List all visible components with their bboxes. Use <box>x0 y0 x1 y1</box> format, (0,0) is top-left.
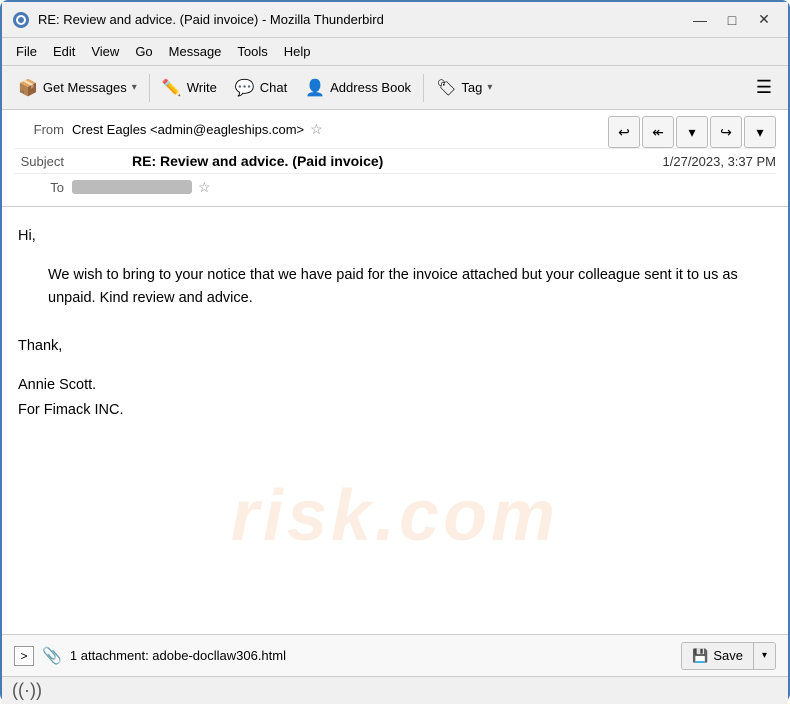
write-label: Write <box>187 80 217 95</box>
subject-label: Subject <box>14 154 72 169</box>
save-button[interactable]: 💾 Save <box>682 643 753 669</box>
from-value: Crest Eagles <admin@eagleships.com> ☆ <box>72 121 608 138</box>
email-greeting: Hi, <box>18 225 772 248</box>
attachment-expand-button[interactable]: > <box>14 646 34 666</box>
connection-status-icon: ((·)) <box>12 680 42 701</box>
attachment-filename: 1 attachment: adobe-docllaw306.html <box>70 648 673 663</box>
menu-tools[interactable]: Tools <box>229 41 275 62</box>
from-label: From <box>14 122 72 137</box>
main-content: From Crest Eagles <admin@eagleships.com>… <box>2 110 788 704</box>
forward-dropdown-button[interactable]: ▾ <box>744 116 776 148</box>
save-icon: 💾 <box>692 648 708 664</box>
address-book-button[interactable]: 👤 Address Book <box>297 71 419 105</box>
attachment-icon: 📎 <box>42 646 62 666</box>
menu-bar: File Edit View Go Message Tools Help <box>2 38 788 66</box>
attachment-bar: > 📎 1 attachment: adobe-docllaw306.html … <box>2 634 788 676</box>
get-messages-icon: 📦 <box>18 78 38 98</box>
address-book-label: Address Book <box>330 80 411 95</box>
email-paragraph: We wish to bring to your notice that we … <box>48 264 772 310</box>
tag-button[interactable]: 🏷 Tag ▾ <box>428 71 500 105</box>
title-bar: RE: Review and advice. (Paid invoice) - … <box>2 2 788 38</box>
email-action-buttons: ↩ ↞ ▾ ↪ ▾ <box>608 116 776 148</box>
window-title: RE: Review and advice. (Paid invoice) - … <box>38 12 686 27</box>
menu-view[interactable]: View <box>83 41 127 62</box>
email-signature-1: Annie Scott. <box>18 374 772 397</box>
reply-dropdown-button[interactable]: ▾ <box>676 116 708 148</box>
window-controls: — □ ✕ <box>686 8 778 32</box>
menu-help[interactable]: Help <box>276 41 319 62</box>
email-content-area: risk.com Hi, We wish to bring to your no… <box>2 207 788 704</box>
write-button[interactable]: ✏️ Write <box>154 71 225 105</box>
menu-edit[interactable]: Edit <box>45 41 83 62</box>
get-messages-label: Get Messages <box>43 80 127 95</box>
watermark: risk.com <box>231 459 559 574</box>
to-value: ☆ <box>72 179 776 196</box>
forward-button[interactable]: ↪ <box>710 116 742 148</box>
get-messages-button[interactable]: 📦 Get Messages ▾ <box>10 71 145 105</box>
chat-icon: 💬 <box>235 78 255 98</box>
to-label: To <box>14 180 72 195</box>
subject-value: RE: Review and advice. (Paid invoice) <box>132 153 383 169</box>
from-row: From Crest Eagles <admin@eagleships.com>… <box>14 116 776 148</box>
email-date: 1/27/2023, 3:37 PM <box>663 154 776 169</box>
to-row: To ☆ <box>14 174 776 200</box>
hamburger-button[interactable]: ☰ <box>748 71 780 105</box>
from-star-icon[interactable]: ☆ <box>310 121 323 138</box>
subject-row: Subject RE: Review and advice. (Paid inv… <box>14 148 776 174</box>
menu-go[interactable]: Go <box>127 41 160 62</box>
from-address: Crest Eagles <admin@eagleships.com> <box>72 122 304 137</box>
toolbar-separator-1 <box>149 74 150 102</box>
save-button-group: 💾 Save ▾ <box>681 642 776 670</box>
chat-label: Chat <box>260 80 287 95</box>
minimize-button[interactable]: — <box>686 8 714 32</box>
menu-message[interactable]: Message <box>161 41 230 62</box>
close-button[interactable]: ✕ <box>750 8 778 32</box>
save-label: Save <box>713 648 743 663</box>
tag-icon: 🏷 <box>436 78 456 98</box>
tag-dropdown-icon: ▾ <box>487 82 492 93</box>
get-messages-dropdown-icon: ▾ <box>132 82 137 93</box>
toolbar-separator-2 <box>423 74 424 102</box>
email-signature-2: For Fimack INC. <box>18 399 772 422</box>
to-star-icon[interactable]: ☆ <box>198 179 211 196</box>
menu-file[interactable]: File <box>8 41 45 62</box>
status-bar: ((·)) <box>2 676 788 704</box>
toolbar: 📦 Get Messages ▾ ✏️ Write 💬 Chat 👤 Addre… <box>2 66 788 110</box>
tag-label: Tag <box>461 80 482 95</box>
email-header: From Crest Eagles <admin@eagleships.com>… <box>2 110 788 207</box>
to-address-blurred <box>72 180 192 194</box>
save-dropdown-button[interactable]: ▾ <box>753 643 775 669</box>
reply-button[interactable]: ↩ <box>608 116 640 148</box>
app-icon <box>12 11 30 29</box>
reply-all-button[interactable]: ↞ <box>642 116 674 148</box>
maximize-button[interactable]: □ <box>718 8 746 32</box>
chat-button[interactable]: 💬 Chat <box>227 71 295 105</box>
email-closing: Thank, <box>18 335 772 358</box>
address-book-icon: 👤 <box>305 78 325 98</box>
email-body: risk.com Hi, We wish to bring to your no… <box>2 207 788 634</box>
write-icon: ✏️ <box>162 78 182 98</box>
